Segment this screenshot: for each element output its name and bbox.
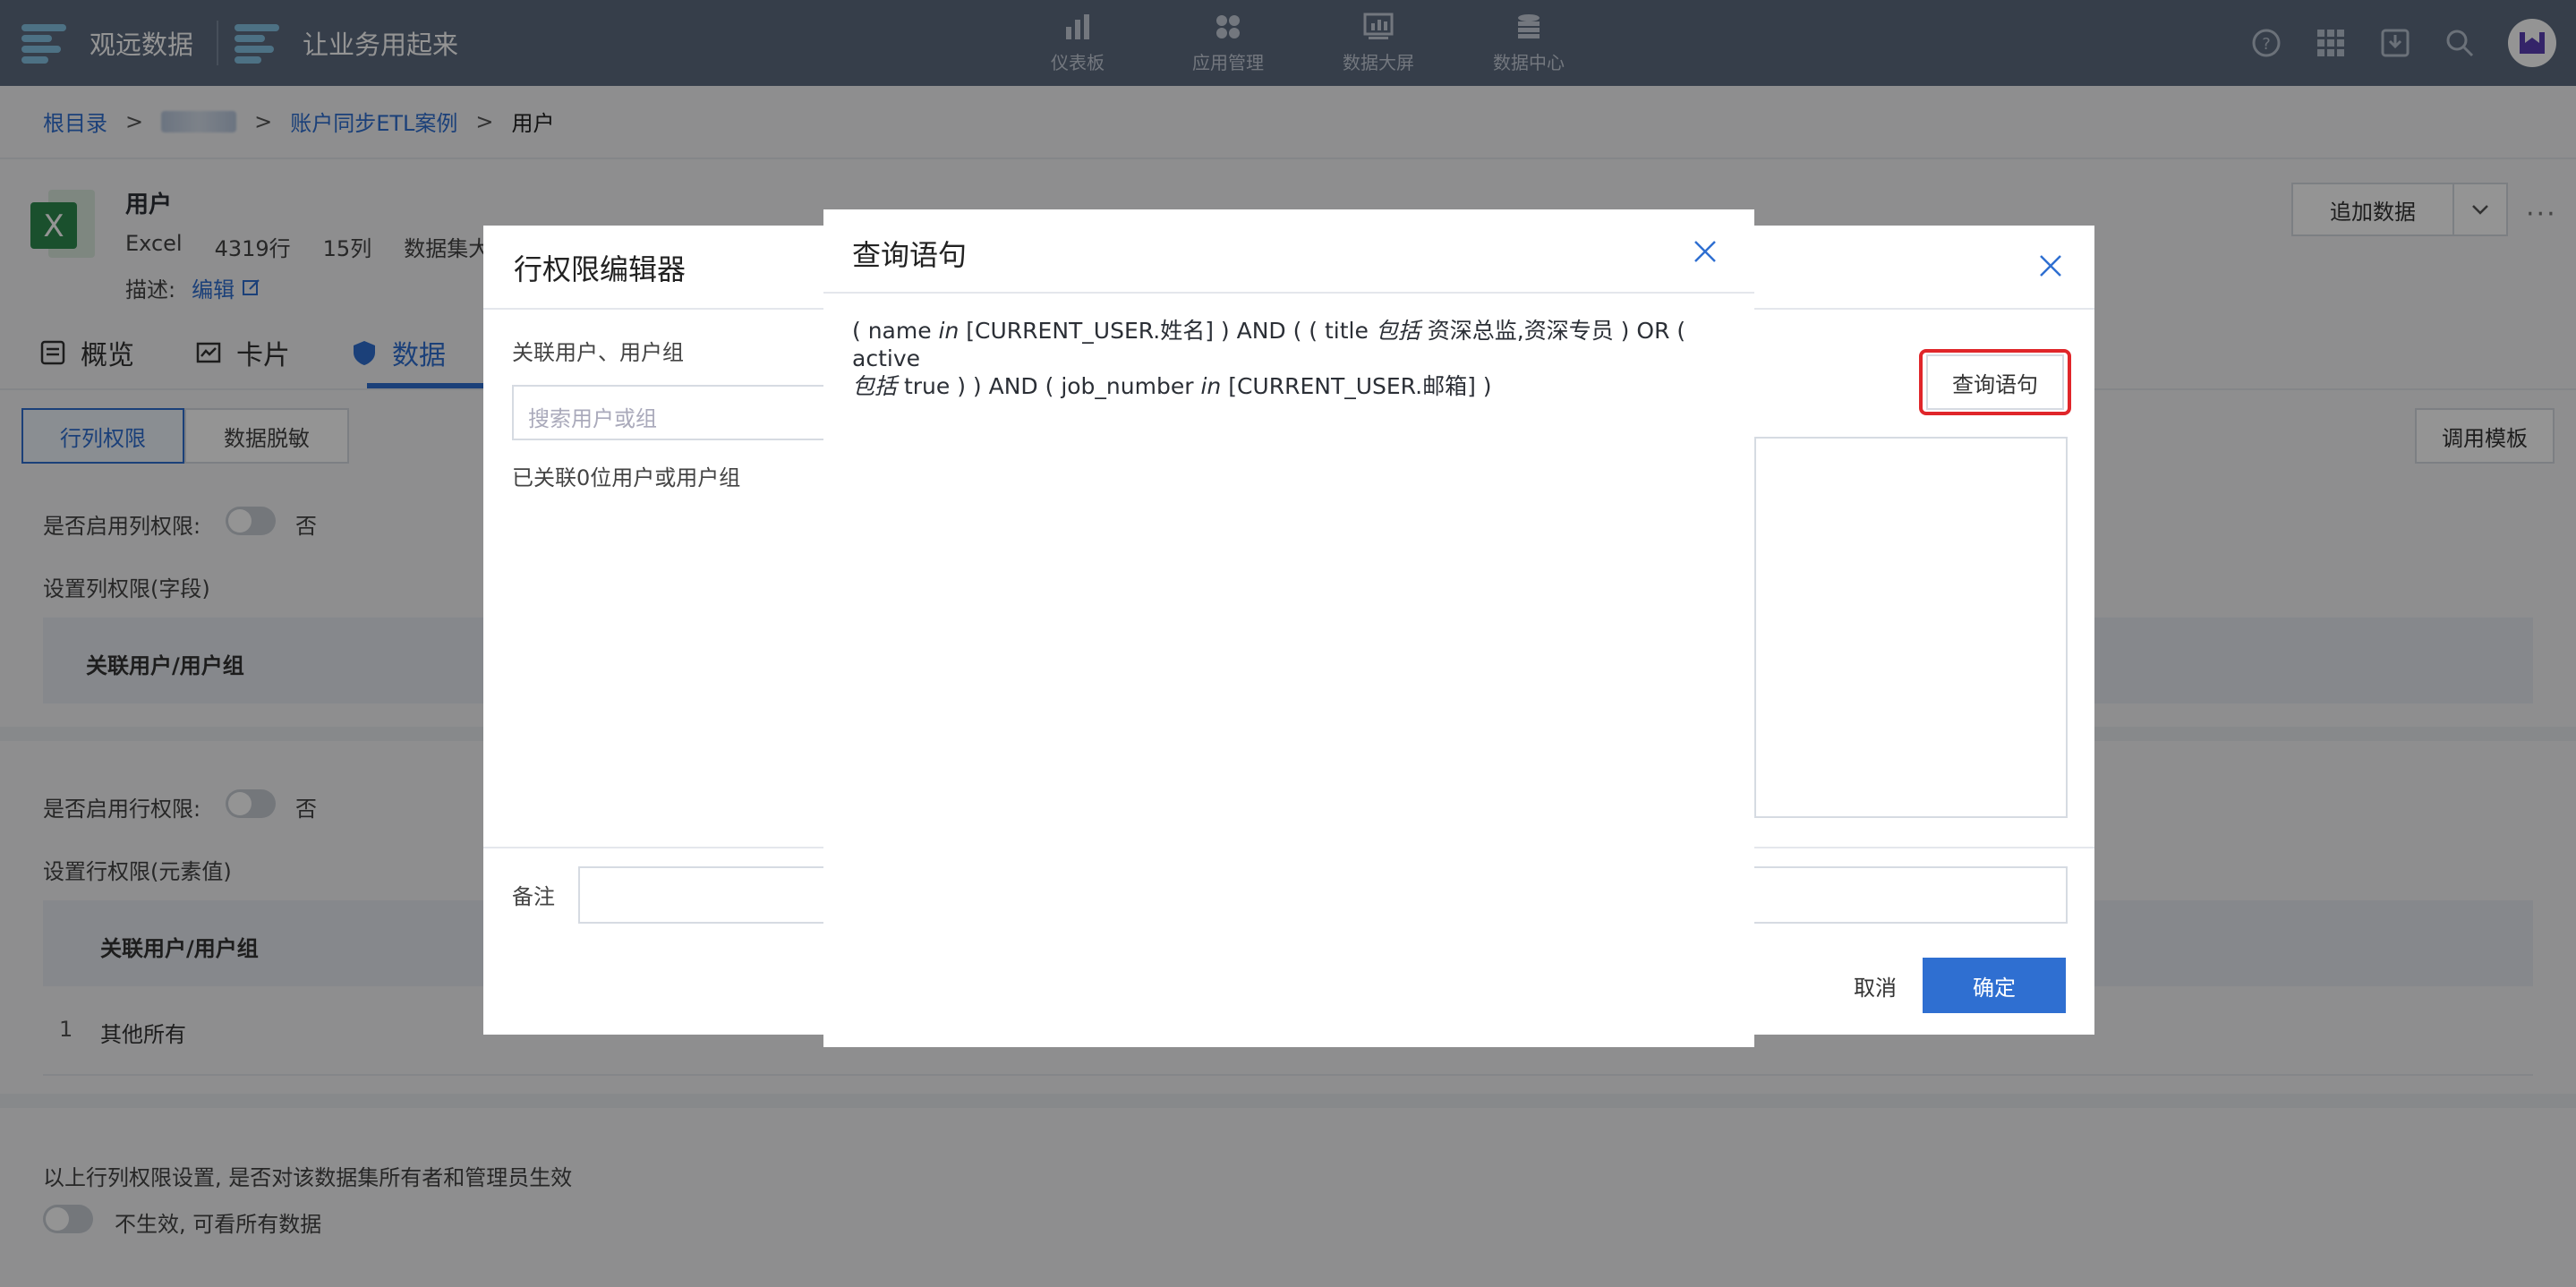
related-count: 已关联0位用户或用户组 [512, 465, 741, 490]
editor-title: 行权限编辑器 [514, 252, 687, 286]
query-part: ( name [852, 318, 939, 344]
query-operator-contains: 包括 [852, 373, 898, 399]
note-label: 备注 [512, 884, 555, 909]
query-operator-in: in [938, 318, 960, 344]
query-operator-contains: 包括 [1375, 318, 1420, 344]
related-users-label: 关联用户、用户组 [512, 340, 684, 365]
query-part: [CURRENT_USER.邮箱] ) [1221, 373, 1492, 399]
query-part: true ) ) AND ( job_number [897, 373, 1201, 399]
query-dialog-close-icon[interactable] [1692, 238, 1719, 265]
query-statement-text: ( name in [CURRENT_USER.姓名] ) AND ( ( ti… [852, 317, 1726, 400]
confirm-button[interactable]: 确定 [1923, 958, 2066, 1013]
highlight-box [1919, 349, 2071, 415]
query-dialog-divider [823, 292, 1754, 294]
editor-close-icon[interactable] [2037, 252, 2064, 279]
query-dialog-title: 查询语句 [852, 238, 968, 272]
query-part: [CURRENT_USER.姓名] ) AND ( ( title [959, 318, 1376, 344]
cancel-button[interactable]: 取消 [1817, 958, 1933, 1013]
query-statement-dialog: 查询语句 ( name in [CURRENT_USER.姓名] ) AND (… [823, 209, 1754, 1047]
query-operator-in: in [1200, 373, 1222, 399]
condition-area[interactable] [1754, 437, 2068, 818]
